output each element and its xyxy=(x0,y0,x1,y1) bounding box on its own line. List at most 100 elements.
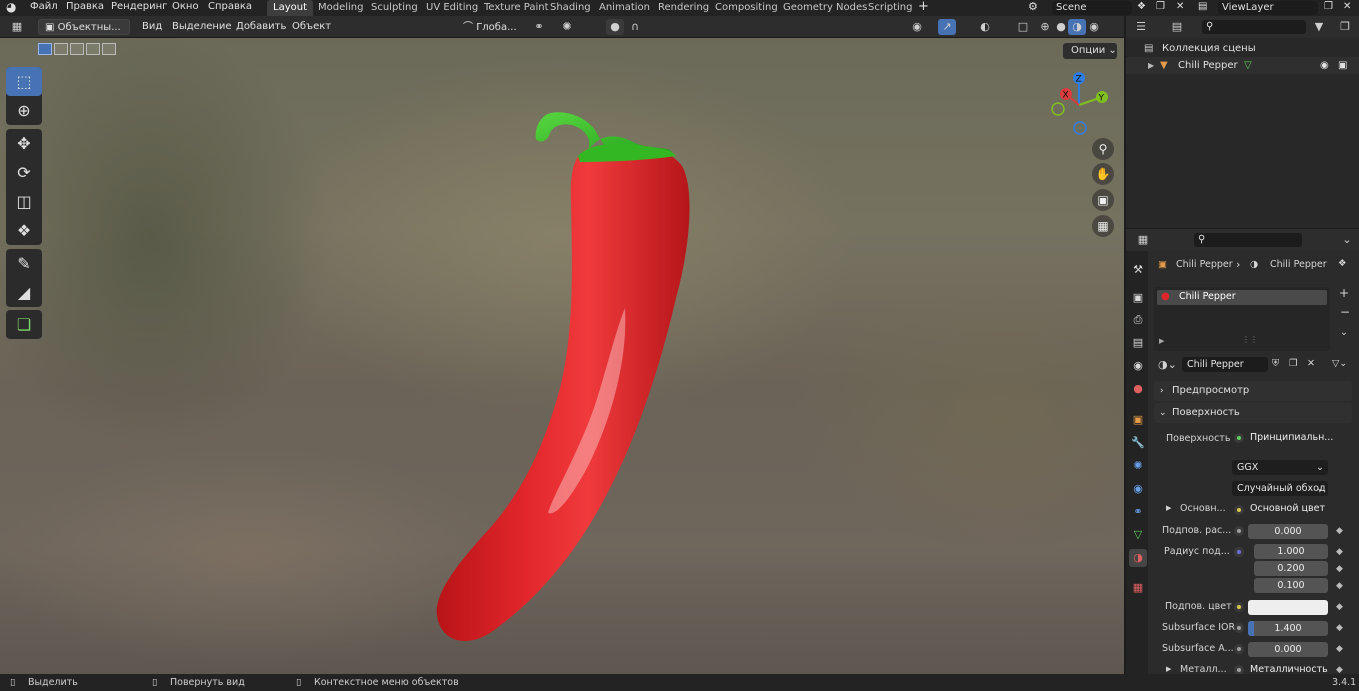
menu-object[interactable]: Объект xyxy=(292,20,331,34)
shader-socket-icon[interactable] xyxy=(1234,433,1244,443)
outliner-editor-icon[interactable]: ☰ xyxy=(1132,19,1150,35)
tab-sculpting[interactable]: Sculpting xyxy=(365,0,424,16)
subsurface-radius-keyframe-z-icon[interactable]: ◆ xyxy=(1336,581,1343,591)
menu-select[interactable]: Выделение xyxy=(172,20,232,34)
chili-pepper-model[interactable] xyxy=(0,38,1124,674)
link-mode-icon[interactable]: ▽⌄ xyxy=(1332,358,1347,369)
camera-view-icon[interactable]: ▣ xyxy=(1092,189,1114,211)
outliner-row-object[interactable]: ▶ ▼ Chili Pepper ▽ ◉ ▣ xyxy=(1126,57,1359,74)
visibility-icon[interactable]: ◉ xyxy=(908,19,926,35)
base-color-expand-icon[interactable]: ▶ xyxy=(1166,504,1171,512)
tab-modeling[interactable]: Modeling xyxy=(312,0,370,16)
modifier-tab-icon[interactable]: 🔧 xyxy=(1129,434,1147,452)
gizmo-neg-z[interactable] xyxy=(1073,121,1087,135)
add-slot-icon[interactable]: + xyxy=(1339,286,1349,300)
menu-add[interactable]: Добавить xyxy=(236,20,286,34)
display-mode-icon[interactable]: ▤ xyxy=(1168,19,1186,35)
surface-panel-header[interactable]: ⌄ Поверхность xyxy=(1154,403,1352,423)
material-slot-row[interactable]: ● Chili Pepper xyxy=(1157,290,1327,305)
duplicate-material-icon[interactable]: ❐ xyxy=(1289,358,1298,369)
subsurface-weight-keyframe-icon[interactable]: ◆ xyxy=(1336,526,1343,536)
subsurface-weight-field[interactable]: 0.000 xyxy=(1248,524,1328,539)
menu-view[interactable]: Вид xyxy=(142,20,162,34)
unlink-material-icon[interactable]: ✕ xyxy=(1307,358,1315,369)
camera-render-icon[interactable]: ▣ xyxy=(1338,57,1347,74)
tab-shading[interactable]: Shading xyxy=(544,0,597,16)
list-resize-handle[interactable]: ⋮⋮ xyxy=(1242,335,1258,344)
remove-slot-icon[interactable]: − xyxy=(1340,305,1350,319)
world-tab-icon[interactable]: ● xyxy=(1129,380,1147,398)
tab-compositing[interactable]: Compositing xyxy=(709,0,784,16)
particles-tab-icon[interactable]: ✺ xyxy=(1129,457,1147,475)
tab-uv-editing[interactable]: UV Editing xyxy=(420,0,484,16)
delete-view-layer-icon[interactable]: ✕ xyxy=(1343,0,1351,16)
subsurface-ior-slider[interactable]: 1.400 xyxy=(1248,621,1328,636)
subsurface-radius-z[interactable]: 0.100 xyxy=(1254,578,1328,593)
proportional-edit-icon[interactable]: ● xyxy=(606,19,624,35)
overlay-icon[interactable]: ◐ xyxy=(976,19,994,35)
new-collection-icon[interactable]: ❐ xyxy=(1336,19,1354,35)
filter-icon[interactable]: ▼ xyxy=(1310,19,1328,35)
metallic-expand-icon[interactable]: ▶ xyxy=(1166,665,1171,673)
material-slot-list[interactable]: ● Chili Pepper ▶ ⋮⋮ xyxy=(1154,287,1330,351)
subsurface-radius-keyframe-y-icon[interactable]: ◆ xyxy=(1336,564,1343,574)
subsurface-radius-socket-icon[interactable] xyxy=(1234,547,1244,557)
surface-shader-value[interactable]: Принципиальн... xyxy=(1250,432,1333,443)
snap-icon[interactable]: ✺ xyxy=(558,19,576,35)
perspective-grid-icon[interactable]: ▦ xyxy=(1092,215,1114,237)
slot-menu-icon[interactable]: ⌄ xyxy=(1340,327,1348,338)
subsurface-aniso-keyframe-icon[interactable]: ◆ xyxy=(1336,644,1343,654)
scene-tab-icon[interactable]: ◉ xyxy=(1129,357,1147,375)
subsurface-color-keyframe-icon[interactable]: ◆ xyxy=(1336,602,1343,612)
tab-rendering[interactable]: Rendering xyxy=(652,0,715,16)
outliner-search-input[interactable]: ⚲ xyxy=(1202,20,1306,34)
distribution-dropdown[interactable]: GGX ⌄ xyxy=(1232,460,1328,475)
pivot-icon[interactable]: ⚭ xyxy=(530,19,548,35)
transform-orientation-dropdown[interactable]: ⌒ Глоба... xyxy=(456,19,524,35)
render-tab-icon[interactable]: ▣ xyxy=(1129,289,1147,307)
blender-logo-icon[interactable]: ◕ xyxy=(6,0,16,16)
base-color-value[interactable]: Основной цвет xyxy=(1250,503,1325,514)
view-layer-field[interactable]: ViewLayer xyxy=(1218,1,1318,15)
view-layer-tab-icon[interactable]: ▤ xyxy=(1129,334,1147,352)
material-browse-icon[interactable]: ◑⌄ xyxy=(1158,358,1177,371)
3d-viewport[interactable]: Опции ⌄ ⬚ ⊕ ✥ ⟳ ◫ ❖ ✎ ◢ ❏ Z Y X ⚲ ✋ ▣ ▦ xyxy=(0,38,1124,674)
subsurface-ior-keyframe-icon[interactable]: ◆ xyxy=(1336,623,1343,633)
menu-window[interactable]: Окно xyxy=(172,0,199,16)
menu-file[interactable]: Файл xyxy=(30,0,58,16)
falloff-icon[interactable]: ∩ xyxy=(626,19,644,35)
props-options-icon[interactable]: ⌄ xyxy=(1338,232,1356,248)
mode-dropdown[interactable]: ▣ Объектны... xyxy=(38,19,130,35)
properties-editor-icon[interactable]: ▦ xyxy=(1134,232,1152,248)
view-layer-icon[interactable]: ▤ xyxy=(1198,0,1207,16)
pin-icon[interactable]: ❖ xyxy=(1137,0,1146,16)
gizmo-toggle-icon[interactable]: ↗ xyxy=(938,19,956,35)
new-scene-icon[interactable]: ❐ xyxy=(1156,0,1165,16)
menu-help[interactable]: Справка xyxy=(208,0,252,16)
pin-properties-icon[interactable]: ❖ xyxy=(1338,258,1347,269)
tool-tab-icon[interactable]: ⚒ xyxy=(1129,261,1147,279)
menu-edit[interactable]: Правка xyxy=(66,0,104,16)
fake-user-icon[interactable]: ⛨ xyxy=(1272,358,1279,369)
material-preview-icon[interactable]: ◑ xyxy=(1068,19,1086,35)
properties-search-input[interactable]: ⚲ xyxy=(1194,233,1302,247)
data-tab-icon[interactable]: ▽ xyxy=(1129,526,1147,544)
tab-layout[interactable]: Layout xyxy=(267,0,313,16)
new-view-layer-icon[interactable]: ❐ xyxy=(1324,0,1333,16)
xray-icon[interactable]: □ xyxy=(1014,19,1032,35)
menu-render[interactable]: Рендеринг xyxy=(111,0,167,16)
subsurface-color-socket-icon[interactable] xyxy=(1234,602,1244,612)
expand-arrow-icon[interactable]: ▶ xyxy=(1148,57,1154,74)
tab-animation[interactable]: Animation xyxy=(593,0,656,16)
subsurface-color-swatch[interactable] xyxy=(1248,600,1328,615)
subsurface-radius-keyframe-x-icon[interactable]: ◆ xyxy=(1336,547,1343,557)
tab-scripting[interactable]: Scripting xyxy=(862,0,918,16)
navigation-gizmo[interactable]: Z Y X xyxy=(1044,70,1114,140)
preview-panel-header[interactable]: › Предпросмотр xyxy=(1154,381,1352,401)
constraints-tab-icon[interactable]: ⚭ xyxy=(1129,503,1147,521)
scene-field[interactable]: Scene xyxy=(1052,1,1132,15)
gizmo-neg-y[interactable] xyxy=(1051,102,1065,116)
add-workspace-icon[interactable]: + xyxy=(918,0,929,16)
subsurface-weight-socket-icon[interactable] xyxy=(1234,526,1244,536)
material-tab-icon[interactable]: ◑ xyxy=(1129,549,1147,567)
